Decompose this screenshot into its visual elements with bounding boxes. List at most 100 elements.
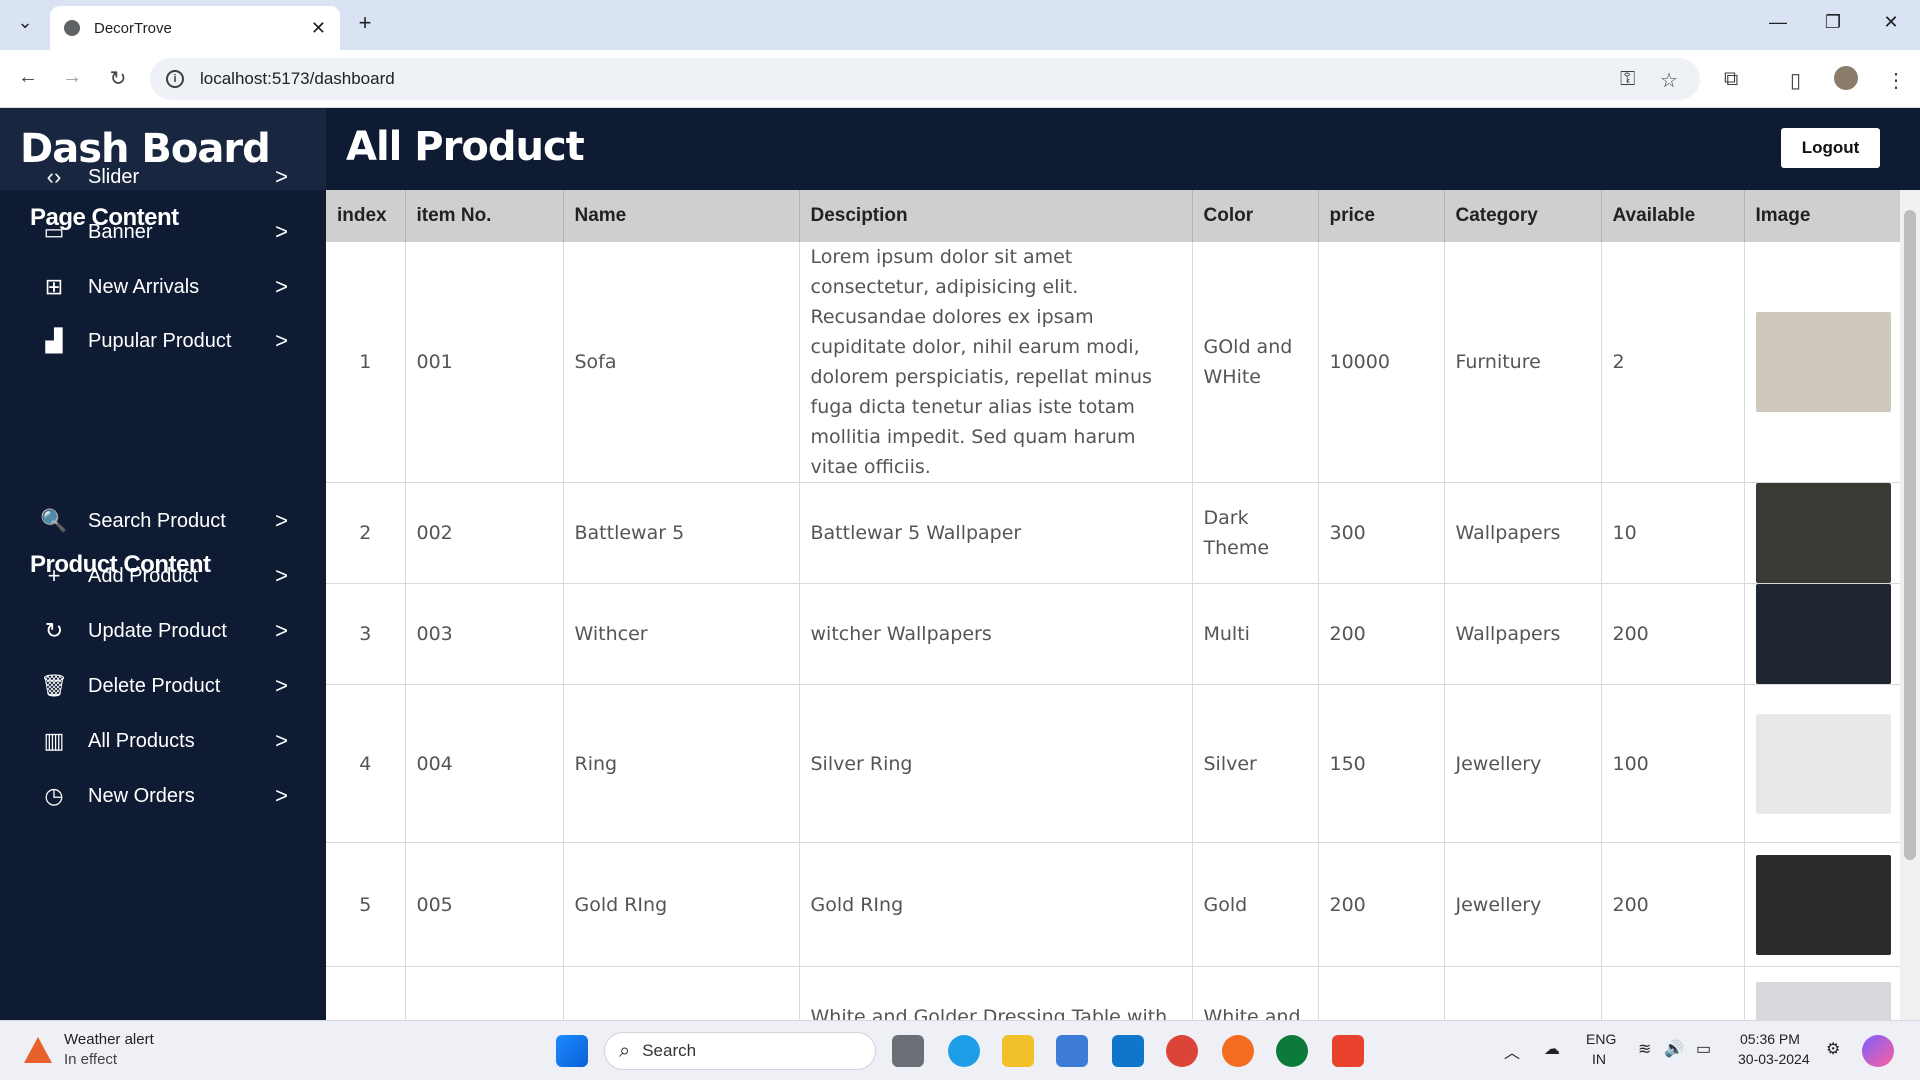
cell-category: Jewellery: [1444, 842, 1602, 967]
vertical-scrollbar[interactable]: [1900, 190, 1920, 1020]
sidebar-item-search-product[interactable]: 🔍 Search Product >: [0, 496, 326, 546]
onedrive-icon[interactable]: ☁: [1544, 1039, 1560, 1059]
chrome-icon[interactable]: [1166, 1035, 1198, 1067]
plus-icon: +: [47, 563, 61, 588]
column-header: Available: [1601, 190, 1745, 242]
sidebar-item-all-products[interactable]: ▥ All Products >: [0, 716, 326, 766]
sidebar-item-label: Delete Product: [88, 674, 221, 697]
new-arrivals-icon: ⊞: [44, 274, 64, 299]
sidebar-item-delete-product[interactable]: 🗑 Delete Product >: [0, 661, 326, 711]
back-arrow-icon[interactable]: ←: [14, 66, 42, 89]
vscode-icon[interactable]: [1112, 1035, 1144, 1067]
menu-kebab-icon[interactable]: ⋮: [1886, 68, 1906, 93]
sidebar-item-update-product[interactable]: ↻ Update Product >: [0, 606, 326, 656]
extensions-icon[interactable]: ⧉: [1724, 68, 1738, 91]
cell-name: Sofa: [563, 242, 800, 483]
forward-arrow-icon[interactable]: →: [58, 66, 86, 89]
cell-price: 150: [1318, 684, 1445, 843]
cell-name: Dressing Table: [563, 966, 800, 1020]
cell-description: Gold RIng: [799, 842, 1193, 967]
sidebar-item-label: Banner: [88, 220, 153, 243]
product-image[interactable]: [1755, 854, 1891, 955]
chevron-right-icon: >: [275, 508, 288, 533]
minimize-button[interactable]: —: [1765, 12, 1791, 33]
column-header: price: [1318, 190, 1445, 242]
site-info-icon[interactable]: i: [166, 70, 184, 88]
cell-index: 1: [326, 242, 406, 483]
search-icon: ⌕: [619, 1039, 631, 1062]
product-image[interactable]: [1755, 981, 1891, 1020]
volume-icon[interactable]: 🔊: [1664, 1039, 1684, 1059]
brave-icon[interactable]: [1332, 1035, 1364, 1067]
weather-title[interactable]: Weather alert: [64, 1031, 154, 1048]
cell-available: 2: [1601, 966, 1745, 1020]
cell-color: White and Brown: [1192, 966, 1319, 1020]
sidebar-item-slider[interactable]: ‹› Slider >: [0, 152, 326, 202]
product-image[interactable]: [1755, 312, 1891, 412]
sidebar-item-new-orders[interactable]: ◷ New Orders >: [0, 771, 326, 821]
cell-name: Battlewar 5: [563, 482, 800, 584]
tab-search-chevron-icon[interactable]: ⌄: [12, 12, 38, 33]
taskbar-search[interactable]: ⌕ Search: [604, 1032, 876, 1070]
product-image[interactable]: [1755, 584, 1891, 684]
cell-description: witcher Wallpapers: [799, 583, 1193, 685]
scrollbar-thumb[interactable]: [1904, 210, 1916, 860]
cell-color: Gold: [1192, 842, 1319, 967]
wifi-icon[interactable]: ≋: [1638, 1039, 1651, 1059]
logout-button[interactable]: Logout: [1781, 128, 1880, 168]
all-products-icon: ▥: [43, 728, 65, 753]
clock-time[interactable]: 05:36 PM: [1740, 1031, 1800, 1047]
slider-icon: ‹›: [46, 164, 62, 189]
cell-image: [1744, 966, 1900, 1020]
bookmark-star-icon[interactable]: ☆: [1660, 68, 1678, 93]
sidebar-item-new-arrivals[interactable]: ⊞ New Arrivals >: [0, 262, 326, 312]
sidebar-item-add-product[interactable]: + Add Product >: [0, 551, 326, 601]
lang-label[interactable]: ENG: [1586, 1031, 1616, 1047]
close-tab-icon[interactable]: ✕: [311, 18, 326, 39]
restore-button[interactable]: ❐: [1820, 12, 1846, 33]
edge-icon[interactable]: [948, 1035, 980, 1067]
sidebar-item-banner[interactable]: ▭ Banner >: [0, 207, 326, 257]
sidebar-item-label: Add Product: [88, 564, 199, 587]
product-image[interactable]: [1755, 483, 1891, 583]
battery-icon[interactable]: ▭: [1696, 1039, 1711, 1059]
product-image[interactable]: [1755, 713, 1891, 814]
sidebar-item-label: Slider: [88, 165, 140, 188]
weather-alert-icon[interactable]: [24, 1037, 52, 1063]
file-explorer-icon[interactable]: [1002, 1035, 1034, 1067]
cell-item-no: 002: [405, 482, 564, 584]
side-panel-icon[interactable]: ▯: [1790, 68, 1801, 93]
address-bar[interactable]: i localhost:5173/dashboard: [150, 58, 1700, 100]
sidebar-item-label: All Products: [88, 729, 195, 752]
clock-date[interactable]: 30-03-2024: [1738, 1051, 1810, 1067]
windows-start-icon[interactable]: [556, 1035, 588, 1067]
key-icon[interactable]: ⚿: [1620, 68, 1635, 91]
column-header: Category: [1444, 190, 1602, 242]
region-label[interactable]: IN: [1592, 1051, 1606, 1067]
browser-tab[interactable]: DecorTrove ✕: [50, 6, 340, 50]
chevron-right-icon: >: [275, 728, 288, 753]
tray-chevron-icon[interactable]: ︿: [1504, 1039, 1520, 1063]
reload-icon[interactable]: ↻: [104, 66, 132, 91]
cell-index: 4: [326, 684, 406, 843]
postman-icon[interactable]: [1222, 1035, 1254, 1067]
copilot-icon[interactable]: [1862, 1035, 1894, 1067]
sidebar-item-pupular-product[interactable]: ▟ Pupular Product >: [0, 316, 326, 366]
cell-description: Silver Ring: [799, 684, 1193, 843]
store-icon[interactable]: [1056, 1035, 1088, 1067]
table-row: 4 004 Ring Silver Ring Silver 150 Jewellery 100: [326, 684, 1900, 843]
cell-color: Multi: [1192, 583, 1319, 685]
chevron-right-icon: >: [275, 783, 288, 808]
cell-available: 200: [1601, 842, 1745, 967]
cell-index: 6: [326, 966, 406, 1020]
close-window-button[interactable]: ✕: [1878, 12, 1904, 33]
task-view-icon[interactable]: [892, 1035, 924, 1067]
mongodb-compass-icon[interactable]: [1276, 1035, 1308, 1067]
settings-gear-icon[interactable]: ⚙: [1826, 1039, 1840, 1059]
column-header: index: [326, 190, 406, 242]
new-tab-button[interactable]: +: [352, 10, 378, 36]
profile-avatar[interactable]: [1834, 66, 1858, 90]
search-placeholder: Search: [642, 1041, 697, 1060]
cell-available: 200: [1601, 583, 1745, 685]
cell-item-no: 006: [405, 966, 564, 1020]
